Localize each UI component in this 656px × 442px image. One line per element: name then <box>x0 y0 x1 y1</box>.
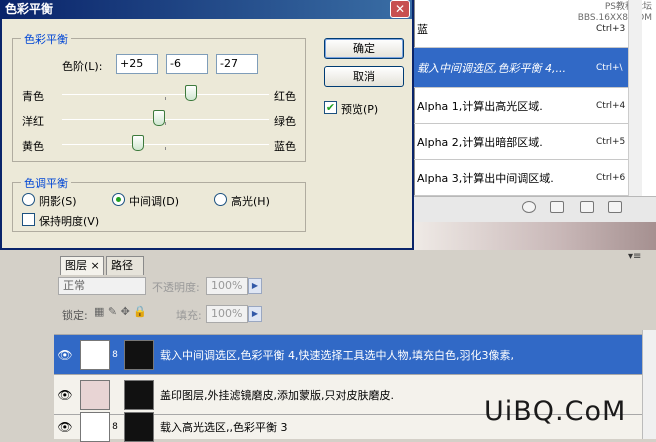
radio-highlights[interactable] <box>214 193 227 206</box>
radio-shadows[interactable] <box>22 193 35 206</box>
eye-icon[interactable]: 👁 <box>54 348 76 362</box>
radio-highlights-label[interactable]: 高光(H) <box>231 193 270 209</box>
level-input-cyan-red[interactable]: +25 <box>116 54 158 74</box>
new-channel-icon[interactable] <box>580 201 594 213</box>
layer-name: 载入高光选区,,色彩平衡 3 <box>160 421 288 434</box>
tab-layers[interactable]: 图层 × <box>60 256 104 275</box>
channel-row-alpha3[interactable]: Alpha 3,计算出中间调区域. Ctrl+6 <box>414 160 642 196</box>
layer-mask-thumbnail <box>124 339 154 370</box>
layer-mask-thumbnail <box>124 379 154 410</box>
slider-left-label-magenta: 洋红 <box>22 115 44 128</box>
slider-track-cyan-red[interactable] <box>62 94 269 95</box>
blend-mode-select[interactable]: 正常 <box>58 277 146 295</box>
channels-scrollbar[interactable] <box>628 0 642 196</box>
slider-track-yellow-blue[interactable] <box>62 144 269 145</box>
channel-row-alpha1[interactable]: Alpha 1,计算出高光区域. Ctrl+4 <box>414 88 642 124</box>
slider-right-label-red: 红色 <box>274 90 296 103</box>
radio-shadows-label[interactable]: 阴影(S) <box>39 193 77 209</box>
slider-center-tick <box>165 122 166 125</box>
save-selection-icon[interactable] <box>550 201 564 213</box>
slider-thumb-cyan-red[interactable] <box>185 85 198 101</box>
channel-row-blue[interactable]: 蓝 Ctrl+3 <box>414 10 642 48</box>
opacity-label: 不透明度: <box>152 281 200 294</box>
cancel-button[interactable]: 取消 <box>324 66 404 87</box>
tab-close-icon[interactable]: × <box>91 259 100 272</box>
preview-label[interactable]: 预览(P) <box>341 101 378 117</box>
panel-menu-icon[interactable]: ▾≡ <box>628 251 641 262</box>
slider-center-tick <box>165 97 166 100</box>
eye-icon[interactable]: 👁 <box>54 388 76 402</box>
layer-name: 盖印图层,外挂滤镜磨皮,添加蒙版,只对皮肤磨皮. <box>160 388 394 402</box>
layer-thumbnail <box>80 412 110 442</box>
canvas-photo <box>414 222 656 250</box>
dotted-circle-icon[interactable] <box>522 201 536 213</box>
chain-link-icon[interactable]: 8 <box>110 350 120 360</box>
opacity-input[interactable]: 100% <box>206 277 248 295</box>
trash-icon[interactable] <box>608 201 622 213</box>
layer-row[interactable]: 👁 8 载入中间调选区,色彩平衡 4,快速选择工具选中人物,填充白色,羽化3像素… <box>54 334 642 374</box>
radio-midtones-label[interactable]: 中间调(D) <box>129 193 179 209</box>
fill-arrow-icon[interactable]: ▶ <box>248 306 262 322</box>
dialog-title: 色彩平衡 <box>2 0 412 19</box>
slider-right-label-blue: 蓝色 <box>274 140 296 153</box>
eye-icon[interactable]: 👁 <box>54 420 76 434</box>
site-logo: UiBQ.CoM <box>484 396 627 427</box>
lock-icons[interactable]: ▦ ✎ ✥ 🔒 <box>94 305 147 318</box>
level-input-yellow-blue[interactable]: -27 <box>216 54 258 74</box>
fill-input[interactable]: 100% <box>206 305 248 323</box>
color-balance-dialog: 色彩平衡 ✕ 色彩平衡 色阶(L): +25 -6 -27 青色 红色 洋红 绿… <box>0 0 414 250</box>
preserve-luminosity-label[interactable]: 保持明度(V) <box>39 213 99 229</box>
layer-thumbnail <box>80 339 110 370</box>
ok-button[interactable]: 确定 <box>324 38 404 59</box>
preview-checkbox[interactable]: ✔ <box>324 101 337 114</box>
channel-row-selected[interactable]: 载入中间调选区,色彩平衡 4,... Ctrl+\ <box>414 48 642 88</box>
layer-mask-thumbnail <box>124 412 154 442</box>
slider-center-tick <box>165 147 166 150</box>
slider-track-magenta-green[interactable] <box>62 119 269 120</box>
lock-label: 锁定: <box>62 309 88 322</box>
level-input-magenta-green[interactable]: -6 <box>166 54 208 74</box>
close-button[interactable]: ✕ <box>390 0 410 18</box>
slider-left-label-yellow: 黄色 <box>22 140 44 153</box>
layer-thumbnail <box>80 379 110 410</box>
tone-balance-legend: 色调平衡 <box>21 175 71 191</box>
tab-paths[interactable]: 路径 <box>106 256 144 275</box>
slider-thumb-yellow-blue[interactable] <box>131 135 144 151</box>
color-balance-legend: 色彩平衡 <box>21 31 71 47</box>
levels-label: 色阶(L): <box>62 60 103 73</box>
slider-thumb-magenta-green[interactable] <box>153 110 166 126</box>
layer-name: 载入中间调选区,色彩平衡 4,快速选择工具选中人物,填充白色,羽化3像素, <box>160 348 514 362</box>
preserve-luminosity-checkbox[interactable] <box>22 213 35 226</box>
fill-label: 填充: <box>176 309 202 322</box>
radio-midtones[interactable] <box>112 193 125 206</box>
chain-link-icon[interactable]: 8 <box>110 422 120 432</box>
channel-row-alpha2[interactable]: Alpha 2,计算出暗部区域. Ctrl+5 <box>414 124 642 160</box>
slider-right-label-green: 绿色 <box>274 115 296 128</box>
opacity-arrow-icon[interactable]: ▶ <box>248 278 262 294</box>
slider-left-label-cyan: 青色 <box>22 90 44 103</box>
layers-scrollbar[interactable] <box>642 330 656 439</box>
